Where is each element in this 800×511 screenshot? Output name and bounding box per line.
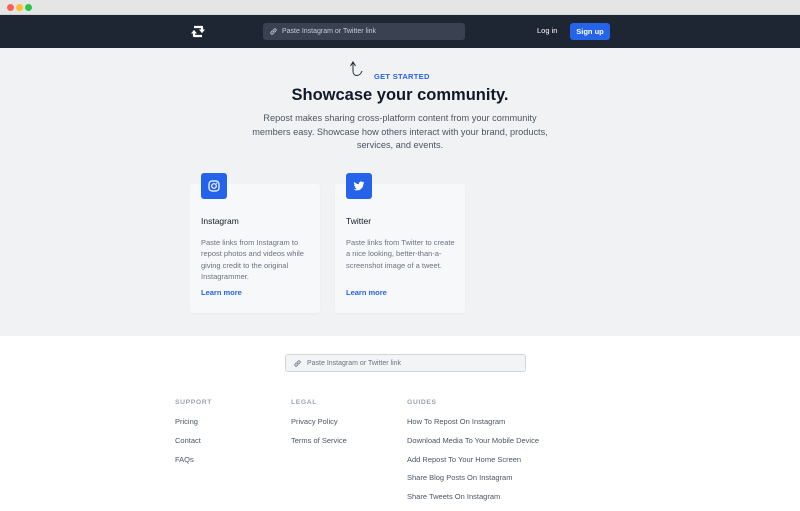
maximize-window-button[interactable] [25, 4, 32, 11]
footer-link-guide[interactable]: Add Repost To Your Home Screen [407, 455, 539, 474]
footer-link-contact[interactable]: Contact [175, 436, 212, 455]
repost-logo-icon[interactable] [190, 24, 206, 39]
footer-heading: GUIDES [407, 399, 437, 406]
footer-link-privacy-policy[interactable]: Privacy Policy [291, 417, 347, 436]
footer-link-terms-of-service[interactable]: Terms of Service [291, 436, 347, 455]
get-started-label: GET STARTED [374, 72, 430, 81]
footer-link-pricing[interactable]: Pricing [175, 417, 212, 436]
footer-heading: LEGAL [291, 399, 318, 406]
learn-more-link[interactable]: Learn more [201, 288, 242, 297]
footer-link-guide[interactable]: Share Tweets On Instagram [407, 492, 539, 511]
footer-link-guide[interactable]: Share Blog Posts On Instagram [407, 473, 539, 492]
twitter-card: Twitter Paste links from Twitter to crea… [335, 173, 465, 313]
signup-button[interactable]: Sign up [570, 23, 610, 40]
hero-description: Repost makes sharing cross-platform cont… [252, 113, 548, 150]
page-title: Showcase your community. [291, 86, 509, 104]
footer-guides-column: GUIDES How To Repost On Instagram Downlo… [407, 399, 539, 511]
card-description: Paste links from Instagram to repost pho… [201, 238, 304, 281]
link-icon [270, 28, 277, 35]
top-navbar: Paste Instagram or Twitter link Log in S… [0, 15, 800, 48]
footer-link-guide[interactable]: How To Repost On Instagram [407, 417, 539, 436]
footer-support-column: SUPPORT Pricing Contact FAQs [175, 399, 212, 473]
footer-search-input[interactable]: Paste Instagram or Twitter link [285, 354, 526, 372]
card-description: Paste links from Twitter to create a nic… [346, 238, 455, 270]
twitter-icon [346, 173, 372, 199]
curved-arrow-icon [350, 61, 363, 76]
footer-legal-column: LEGAL Privacy Policy Terms of Service [291, 399, 347, 455]
close-window-button[interactable] [7, 4, 14, 11]
instagram-icon [201, 173, 227, 199]
footer-link-guide[interactable]: Download Media To Your Mobile Device [407, 436, 539, 455]
instagram-card: Instagram Paste links from Instagram to … [190, 173, 320, 313]
footer-heading: SUPPORT [175, 399, 213, 406]
card-title: Instagram [201, 216, 239, 226]
window-titlebar [0, 0, 800, 15]
footer-link-faqs[interactable]: FAQs [175, 455, 212, 474]
card-title: Twitter [346, 216, 372, 226]
footer-search-placeholder: Paste Instagram or Twitter link [307, 359, 402, 367]
link-icon [294, 359, 301, 367]
minimize-window-button[interactable] [16, 4, 23, 11]
nav-search-input[interactable]: Paste Instagram or Twitter link [263, 23, 465, 40]
login-link[interactable]: Log in [537, 26, 557, 35]
nav-search-placeholder: Paste Instagram or Twitter link [282, 28, 377, 35]
learn-more-link[interactable]: Learn more [346, 288, 387, 297]
